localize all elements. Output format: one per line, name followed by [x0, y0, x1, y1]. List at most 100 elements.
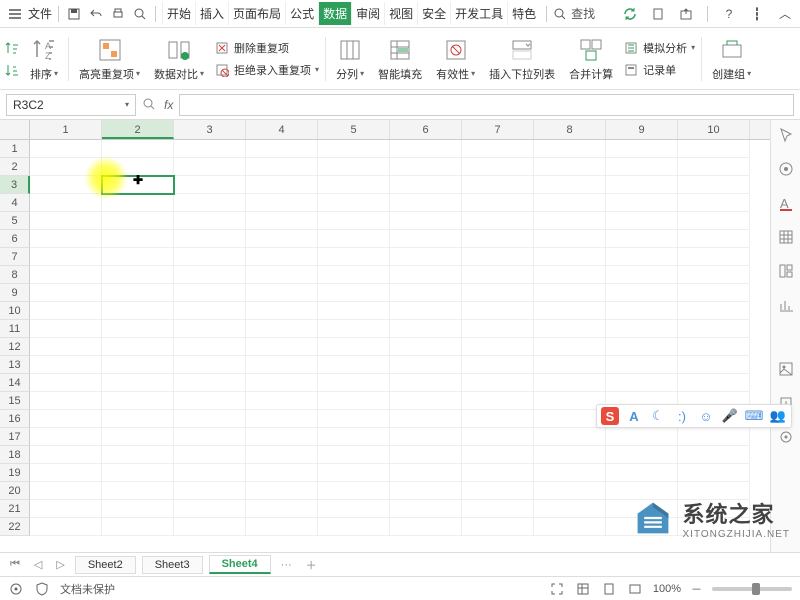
keyboard-icon[interactable]: ⌨: [745, 407, 763, 425]
row-header[interactable]: 2: [0, 158, 30, 176]
face-icon[interactable]: :): [673, 407, 691, 425]
table-icon[interactable]: [777, 228, 795, 246]
cell[interactable]: [318, 320, 390, 338]
cell[interactable]: [174, 446, 246, 464]
cell[interactable]: [246, 176, 318, 194]
cell[interactable]: [246, 302, 318, 320]
cell[interactable]: [534, 356, 606, 374]
cell[interactable]: [678, 446, 750, 464]
cell[interactable]: [534, 446, 606, 464]
cell[interactable]: [606, 266, 678, 284]
cell[interactable]: [462, 464, 534, 482]
cell[interactable]: [318, 284, 390, 302]
cell[interactable]: [246, 338, 318, 356]
cell[interactable]: [30, 410, 102, 428]
zoom-value[interactable]: 100%: [653, 583, 681, 595]
cell[interactable]: [174, 482, 246, 500]
cell[interactable]: [390, 374, 462, 392]
cell[interactable]: [30, 284, 102, 302]
cell[interactable]: [462, 410, 534, 428]
data-compare-button[interactable]: 数据对比▾: [150, 30, 208, 88]
cell[interactable]: [246, 428, 318, 446]
cell[interactable]: [678, 158, 750, 176]
cell[interactable]: [318, 302, 390, 320]
cell[interactable]: [390, 212, 462, 230]
cell[interactable]: [318, 140, 390, 158]
zoom-out-icon[interactable]: －: [691, 581, 702, 597]
cell[interactable]: [102, 464, 174, 482]
row-header[interactable]: 1: [0, 140, 30, 158]
cell[interactable]: [606, 248, 678, 266]
cell[interactable]: [318, 338, 390, 356]
cell[interactable]: [102, 482, 174, 500]
cell[interactable]: [390, 446, 462, 464]
cell[interactable]: [102, 230, 174, 248]
cell[interactable]: [102, 410, 174, 428]
cell[interactable]: [390, 500, 462, 518]
cell[interactable]: [606, 302, 678, 320]
cell[interactable]: [102, 212, 174, 230]
cell[interactable]: [534, 518, 606, 536]
cell[interactable]: [30, 266, 102, 284]
row-header[interactable]: 11: [0, 320, 30, 338]
share-icon[interactable]: [677, 5, 695, 23]
cell[interactable]: [102, 158, 174, 176]
cell[interactable]: [174, 518, 246, 536]
row-header[interactable]: 9: [0, 284, 30, 302]
cell[interactable]: [390, 338, 462, 356]
cell[interactable]: [462, 284, 534, 302]
consolidate-button[interactable]: 合并计算: [565, 30, 617, 88]
cell[interactable]: [678, 176, 750, 194]
cell[interactable]: [174, 284, 246, 302]
cell[interactable]: [246, 518, 318, 536]
cell[interactable]: [390, 140, 462, 158]
row-header[interactable]: 21: [0, 500, 30, 518]
fullscreen-icon[interactable]: [549, 581, 565, 597]
grid[interactable]: 12345678910 1234567891011121314151617181…: [0, 120, 770, 552]
cell[interactable]: [102, 446, 174, 464]
column-header[interactable]: 8: [534, 120, 606, 139]
cell[interactable]: [318, 176, 390, 194]
simulation[interactable]: 模拟分析▾: [623, 39, 695, 57]
format-icon[interactable]: A: [777, 194, 795, 212]
cell[interactable]: [102, 428, 174, 446]
cell[interactable]: [606, 446, 678, 464]
cell[interactable]: [678, 338, 750, 356]
cell[interactable]: [102, 266, 174, 284]
menu-icon[interactable]: [6, 5, 24, 23]
moon-icon[interactable]: ☾: [649, 407, 667, 425]
cell[interactable]: [30, 212, 102, 230]
cell[interactable]: [318, 518, 390, 536]
cell[interactable]: [102, 302, 174, 320]
cell[interactable]: [246, 410, 318, 428]
cell[interactable]: [606, 428, 678, 446]
cell[interactable]: [390, 194, 462, 212]
cell[interactable]: [462, 230, 534, 248]
cell[interactable]: [174, 338, 246, 356]
cell[interactable]: [30, 482, 102, 500]
cell[interactable]: [390, 428, 462, 446]
cell[interactable]: [30, 302, 102, 320]
sheet-tab[interactable]: Sheet4: [209, 555, 271, 574]
row-header[interactable]: 17: [0, 428, 30, 446]
cell[interactable]: [246, 482, 318, 500]
cancel-fx-icon[interactable]: [142, 97, 158, 113]
cell[interactable]: [318, 230, 390, 248]
column-header[interactable]: 9: [606, 120, 678, 139]
cell[interactable]: [318, 212, 390, 230]
cell[interactable]: [246, 230, 318, 248]
tab-data[interactable]: 数据: [318, 2, 351, 25]
tab-view[interactable]: 视图: [384, 2, 417, 25]
cell[interactable]: [246, 194, 318, 212]
tab-formula[interactable]: 公式: [285, 2, 318, 25]
cell[interactable]: [606, 194, 678, 212]
cell[interactable]: [246, 248, 318, 266]
cell[interactable]: [30, 338, 102, 356]
cell[interactable]: [318, 446, 390, 464]
cell[interactable]: [174, 302, 246, 320]
cell[interactable]: [30, 374, 102, 392]
cell[interactable]: [174, 266, 246, 284]
cell[interactable]: [462, 194, 534, 212]
cell[interactable]: [102, 392, 174, 410]
cell[interactable]: [102, 338, 174, 356]
